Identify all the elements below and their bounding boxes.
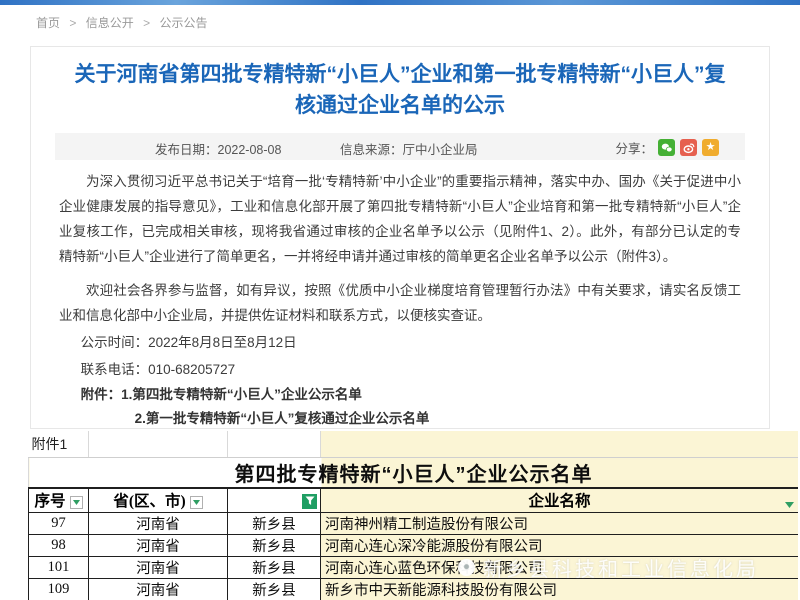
share-label: 分享：: [615, 138, 653, 157]
table-row: 98 河南省 新乡县 河南心连心深冷能源股份有限公司: [29, 535, 799, 557]
cell-province: 河南省: [89, 535, 228, 557]
breadcrumb-separator: >: [143, 16, 150, 30]
company-table: 附件1 第四批专精特新“小巨人”企业公示名单 序号 省(区、市) 企业名称: [28, 431, 798, 600]
table-row: 109 河南省 新乡县 新乡市中天新能源科技股份有限公司: [29, 579, 799, 600]
table-row: 101 河南省 新乡县 河南心连心蓝色环保科技有限公司: [29, 557, 799, 579]
share-group: 分享： ★: [615, 138, 719, 157]
breadcrumb-separator: >: [69, 16, 76, 30]
publish-date: 发布日期：2022-08-08: [155, 139, 281, 158]
chevron-down-icon[interactable]: [70, 496, 83, 509]
contact-phone: 联系电话：010-68205727: [59, 358, 741, 382]
chevron-down-icon[interactable]: [785, 495, 794, 513]
attachment-item-2: 2.第一批专精特新“小巨人”复核通过企业公示名单: [59, 407, 741, 430]
article-meta-bar: 发布日期：2022-08-08 信息来源：厅中小企业局 分享： ★: [55, 133, 745, 160]
attachments-label: 附件：: [81, 387, 122, 402]
table-title-row: 第四批专精特新“小巨人”企业公示名单: [29, 457, 799, 488]
header-seq-label: 序号: [34, 493, 65, 510]
header-seq: 序号: [29, 488, 89, 513]
cell-county: 新乡县: [228, 513, 321, 535]
star-favorite-icon[interactable]: ★: [702, 139, 719, 156]
top-nav-edge: [0, 0, 800, 5]
table-title: 第四批专精特新“小巨人”企业公示名单: [29, 457, 799, 488]
breadcrumb-home[interactable]: 首页: [36, 16, 60, 30]
table-header-row: 序号 省(区、市) 企业名称: [29, 488, 799, 513]
table-row: 97 河南省 新乡县 河南神州精工制造股份有限公司: [29, 513, 799, 535]
chevron-down-icon[interactable]: [190, 496, 203, 509]
wechat-icon[interactable]: [658, 139, 675, 156]
header-province-label: 省(区、市): [113, 493, 185, 510]
cell-county: 新乡县: [228, 535, 321, 557]
cell-seq: 101: [29, 557, 89, 579]
cell-company: 河南心连心深冷能源股份有限公司: [321, 535, 799, 557]
annex-label: 附件1: [29, 431, 89, 457]
notice-period: 公示时间：2022年8月8日至8月12日: [59, 331, 741, 355]
cell-company: 河南神州精工制造股份有限公司: [321, 513, 799, 535]
cell-seq: 98: [29, 535, 89, 557]
breadcrumb: 首页 > 信息公开 > 公示公告: [36, 14, 207, 31]
attachment-item-1: 1.第四批专精特新“小巨人”企业公示名单: [121, 387, 362, 402]
cell-province: 河南省: [89, 579, 228, 600]
annex-label-row: 附件1: [29, 431, 799, 457]
header-company-label: 企业名称: [528, 493, 590, 510]
weibo-icon[interactable]: [680, 139, 697, 156]
info-source: 信息来源：厅中小企业局: [340, 139, 478, 158]
cell-seq: 97: [29, 513, 89, 535]
cell-county: 新乡县: [228, 579, 321, 600]
page-title: 关于河南省第四批专精特新“小巨人”企业和第一批专精特新“小巨人”复核通过企业名单…: [69, 59, 731, 121]
attachment-line-1: 附件：1.第四批专精特新“小巨人”企业公示名单: [59, 383, 741, 406]
body-paragraph-2: 欢迎社会各界参与监督，如有异议，按照《优质中小企业梯度培育管理暂行办法》中有关要…: [59, 278, 741, 328]
cell-seq: 109: [29, 579, 89, 600]
breadcrumb-info-disclosure[interactable]: 信息公开: [86, 16, 134, 30]
cell-province: 河南省: [89, 513, 228, 535]
article-card: 关于河南省第四批专精特新“小巨人”企业和第一批专精特新“小巨人”复核通过企业名单…: [30, 46, 770, 429]
filter-funnel-icon[interactable]: [302, 494, 317, 509]
cell-company: 河南心连心蓝色环保科技有限公司: [321, 557, 799, 579]
cell-county: 新乡县: [228, 557, 321, 579]
annex-spreadsheet: 附件1 第四批专精特新“小巨人”企业公示名单 序号 省(区、市) 企业名称: [28, 431, 798, 600]
header-province: 省(区、市): [89, 488, 228, 513]
breadcrumb-announcements[interactable]: 公示公告: [159, 16, 207, 30]
header-county: [228, 488, 321, 513]
cell-province: 河南省: [89, 557, 228, 579]
cell-company: 新乡市中天新能源科技股份有限公司: [321, 579, 799, 600]
header-company: 企业名称: [321, 488, 799, 513]
body-paragraph-1: 为深入贯彻习近平总书记关于“培育一批‘专精特新’中小企业”的重要指示精神，落实中…: [59, 169, 741, 269]
